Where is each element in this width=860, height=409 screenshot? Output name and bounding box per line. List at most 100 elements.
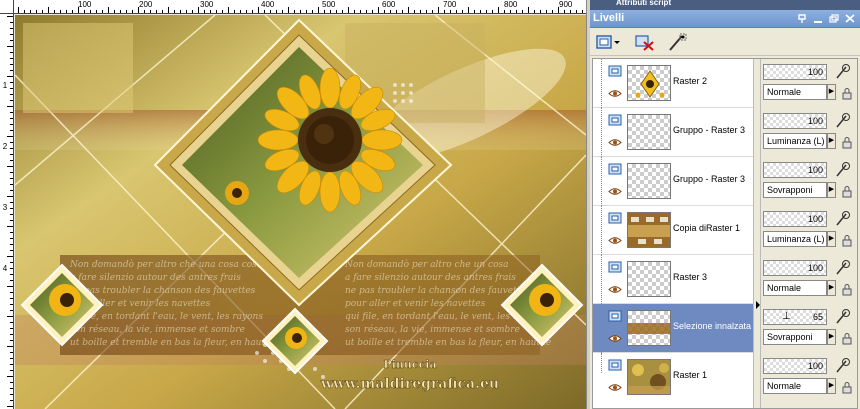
lock-icon[interactable]: [841, 136, 853, 149]
layers-titlebar[interactable]: Livelli: [590, 10, 860, 28]
layer-row[interactable]: Raster 3: [593, 255, 753, 304]
image-canvas[interactable]: Non domandò per altro che una cosa cosa …: [15, 15, 586, 409]
raster-layer-icon: [608, 261, 622, 273]
ruler-tick: [222, 10, 223, 13]
blend-mode-value: Luminanza (L): [767, 234, 825, 244]
ruler-tick: [192, 10, 193, 13]
ruler-tick: [10, 88, 13, 89]
blend-mode-arrow[interactable]: ▶: [827, 182, 836, 198]
blend-mode-select[interactable]: Sovrapponi: [763, 329, 827, 345]
ruler-left-label: 3: [2, 203, 8, 212]
blend-mode-arrow[interactable]: ▶: [827, 231, 836, 247]
ruler-tick: [66, 10, 67, 13]
layer-row[interactable]: Raster 2: [593, 59, 753, 108]
visibility-eye-icon[interactable]: [608, 236, 622, 245]
opacity-slider[interactable]: 100: [763, 358, 827, 374]
layers-properties-column: 100 Normale ▶ 100 Luminanza (L) ▶ 100 So…: [761, 59, 857, 408]
blend-mode-value: Normale: [767, 87, 802, 97]
ruler-tick: [10, 310, 13, 311]
ruler-tick: [306, 10, 307, 13]
layer-thumbnail: [627, 261, 671, 297]
edit-selection-button[interactable]: [666, 32, 688, 52]
ruler-tick: [10, 280, 13, 281]
delete-layer-button[interactable]: [634, 32, 656, 52]
visibility-eye-icon[interactable]: [608, 138, 622, 147]
layers-column-divider[interactable]: [753, 59, 761, 408]
lock-icon[interactable]: [841, 332, 853, 345]
ruler-tick: [258, 7, 259, 13]
lock-icon[interactable]: [841, 381, 853, 394]
layer-row[interactable]: Gruppo - Raster 3: [593, 108, 753, 157]
visibility-eye-icon[interactable]: [608, 334, 622, 343]
brush-icon[interactable]: [833, 259, 851, 277]
lock-icon[interactable]: [841, 185, 853, 198]
ruler-tick: [426, 10, 427, 13]
brush-icon[interactable]: [833, 357, 851, 375]
ruler-tick: [30, 10, 31, 13]
opacity-slider[interactable]: 100: [763, 64, 827, 80]
ruler-tick: [10, 34, 13, 35]
lock-icon[interactable]: [841, 87, 853, 100]
ruler-tick: [10, 364, 13, 365]
visibility-eye-icon[interactable]: [608, 285, 622, 294]
close-icon[interactable]: [844, 13, 856, 24]
ruler-tick: [10, 370, 13, 371]
ruler-tick: [7, 286, 13, 287]
blend-mode-select[interactable]: Luminanza (L): [763, 231, 827, 247]
blend-mode-select[interactable]: Normale: [763, 280, 827, 296]
ruler-tick: [10, 142, 13, 143]
blend-mode-select[interactable]: Luminanza (L): [763, 133, 827, 149]
blend-mode-arrow[interactable]: ▶: [827, 280, 836, 296]
ruler-top: 100 200 300 400 500 600 700 800 900: [14, 0, 586, 14]
ruler-tick: [234, 10, 235, 13]
ruler-tick: [150, 10, 151, 13]
visibility-eye-icon[interactable]: [608, 89, 622, 98]
opacity-slider[interactable]: 100: [763, 211, 827, 227]
blend-mode-arrow[interactable]: ▶: [827, 133, 836, 149]
blend-mode-select[interactable]: Normale: [763, 84, 827, 100]
layer-row[interactable]: Raster 1: [593, 353, 753, 402]
ruler-top-label: 300: [200, 0, 214, 9]
blend-mode-arrow[interactable]: ▶: [827, 378, 836, 394]
layer-properties: 100 Luminanza (L) ▶: [761, 206, 857, 255]
lock-icon[interactable]: [841, 283, 853, 296]
lock-icon[interactable]: [841, 234, 853, 247]
blend-mode-select[interactable]: Normale: [763, 378, 827, 394]
ruler-tick: [348, 7, 349, 13]
visibility-eye-icon[interactable]: [608, 187, 622, 196]
opacity-slider[interactable]: 100: [763, 260, 827, 276]
opacity-slider[interactable]: 100: [763, 162, 827, 178]
ruler-tick: [72, 10, 73, 13]
restore-icon[interactable]: [828, 13, 840, 24]
opacity-slider[interactable]: ⊥ 65: [763, 309, 827, 325]
ruler-tick: [10, 112, 13, 113]
ruler-tick: [558, 7, 559, 13]
ruler-tick: [24, 10, 25, 13]
opacity-slider[interactable]: 100: [763, 113, 827, 129]
ruler-tick: [10, 292, 13, 293]
layer-properties: ⊥ 65 Sovrapponi ▶: [761, 304, 857, 353]
wand-icon: [669, 33, 687, 51]
ruler-tick: [10, 214, 13, 215]
svg-text:ut boille et tremble en bas la: ut boille et tremble en bas la fleur, en…: [70, 338, 276, 348]
layer-row-selected[interactable]: Selezione innalzata: [593, 304, 753, 353]
layer-row[interactable]: Gruppo - Raster 3: [593, 157, 753, 206]
minimize-icon[interactable]: [812, 13, 824, 24]
visibility-eye-icon[interactable]: [608, 383, 622, 392]
new-layer-button[interactable]: [595, 32, 621, 52]
ruler-tick: [162, 10, 163, 13]
brush-icon[interactable]: [833, 161, 851, 179]
opacity-value: 65: [812, 312, 823, 322]
brush-icon[interactable]: [833, 112, 851, 130]
blend-mode-arrow[interactable]: ▶: [827, 84, 836, 100]
pin-icon[interactable]: [796, 13, 808, 24]
layer-row[interactable]: Copia diRaster 1: [593, 206, 753, 255]
blend-mode-arrow[interactable]: ▶: [827, 329, 836, 345]
brush-icon[interactable]: [833, 210, 851, 228]
ruler-tick: [402, 10, 403, 13]
brush-icon[interactable]: [833, 308, 851, 326]
ruler-tick: [330, 10, 331, 13]
brush-icon[interactable]: [833, 63, 851, 81]
blend-mode-select[interactable]: Sovrapponi: [763, 182, 827, 198]
ruler-tick: [10, 238, 13, 239]
